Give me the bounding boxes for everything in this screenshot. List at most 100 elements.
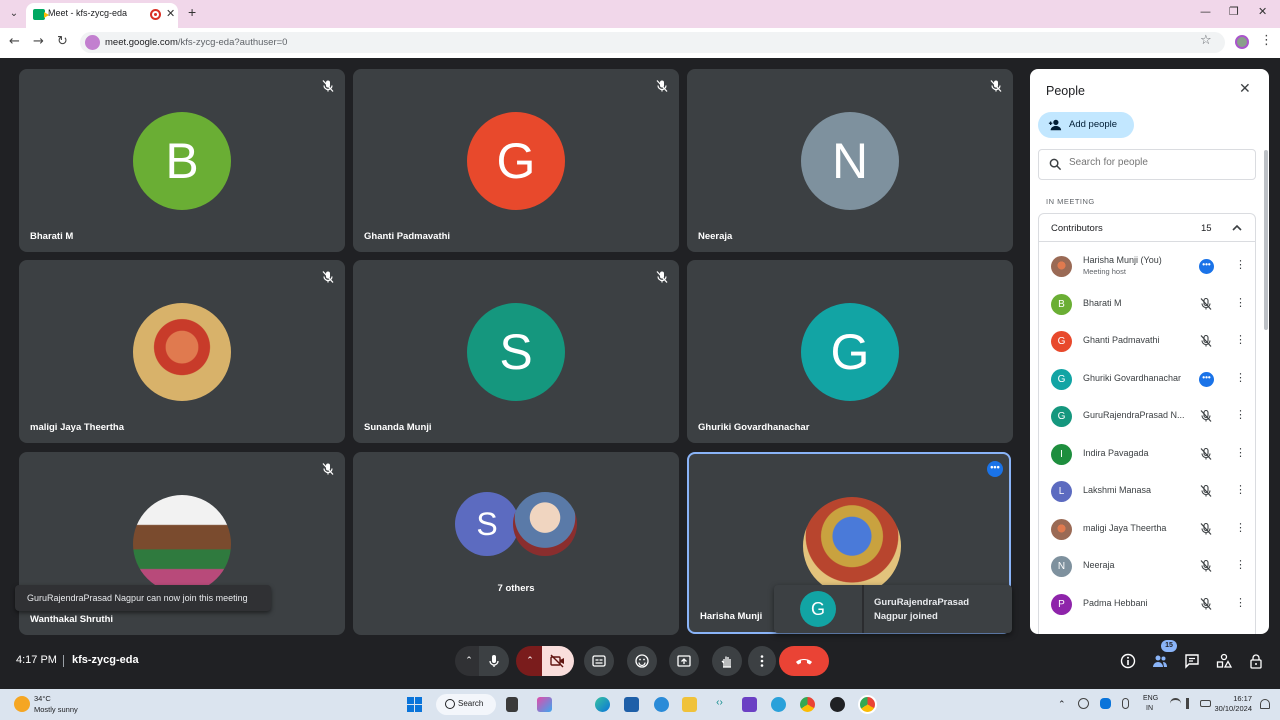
chat-icon[interactable]	[1184, 653, 1200, 669]
participant-options-icon[interactable]: ⋮	[1235, 558, 1246, 571]
meeting-info-icon[interactable]	[1120, 653, 1136, 669]
microphone-button[interactable]	[479, 646, 509, 676]
participant-options-icon[interactable]: ⋮	[1235, 521, 1246, 534]
mic-off-icon[interactable]	[1199, 484, 1213, 498]
participant-options-icon[interactable]: ⋮	[1235, 483, 1246, 496]
close-panel-icon[interactable]: ✕	[1239, 81, 1251, 97]
participant-list-item[interactable]: I Indira Pavagada ⋮	[1039, 436, 1255, 473]
start-icon[interactable]	[407, 697, 422, 712]
taskbar-clock[interactable]: 16:17 30/10/2024	[1202, 694, 1252, 714]
bluetooth-icon[interactable]	[1100, 698, 1111, 709]
participant-tile[interactable]: maligi Jaya Theertha	[19, 260, 345, 443]
participant-list-item[interactable]: Harisha Munji (You) Meeting host ••• ⋮	[1039, 248, 1255, 285]
mic-off-icon[interactable]	[1199, 334, 1213, 348]
mic-off-icon[interactable]	[1199, 522, 1213, 536]
mic-tray-icon[interactable]	[1122, 698, 1129, 709]
tray-app-icon[interactable]	[1078, 698, 1089, 709]
camera-off-icon	[550, 654, 564, 668]
search-input[interactable]	[1069, 157, 1239, 168]
participant-options-icon[interactable]: ⋮	[1235, 258, 1246, 271]
captions-button[interactable]	[584, 646, 614, 676]
volume-icon[interactable]	[1186, 698, 1197, 709]
contributors-header[interactable]: Contributors 15	[1039, 214, 1255, 242]
profile-avatar[interactable]	[1235, 35, 1249, 49]
browser-tab[interactable]: Meet - kfs-zycg-eda ✕	[26, 3, 178, 28]
participant-list-item[interactable]: G Ghanti Padmavathi ⋮	[1039, 323, 1255, 360]
microphone-icon	[489, 655, 499, 667]
onenote-icon[interactable]	[742, 697, 757, 712]
participant-tile[interactable]: G Ghanti Padmavathi	[353, 69, 679, 252]
tab-close-icon[interactable]: ✕	[166, 7, 175, 20]
participant-tile[interactable]: S 7 others	[353, 452, 679, 635]
window-close-icon[interactable]: ✕	[1258, 5, 1267, 18]
forward-icon[interactable]: →	[33, 34, 44, 49]
camera-button[interactable]	[542, 646, 574, 676]
panel-scrollbar[interactable]	[1264, 150, 1268, 330]
tab-search-icon[interactable]: ⌄	[6, 6, 22, 22]
host-controls-icon[interactable]	[1248, 653, 1264, 669]
video-options-button[interactable]: ⌃	[516, 646, 544, 676]
reactions-button[interactable]	[627, 646, 657, 676]
file-explorer-icon[interactable]	[682, 697, 697, 712]
copilot-icon[interactable]	[537, 697, 552, 712]
participant-list-item[interactable]: N Neeraja ⋮	[1039, 548, 1255, 585]
site-info-icon[interactable]	[85, 35, 100, 50]
people-icon[interactable]	[1152, 653, 1168, 669]
participant-tile[interactable]: B Bharati M	[19, 69, 345, 252]
chrome-icon[interactable]	[800, 697, 815, 712]
participant-list-item[interactable]: P Padma Hebbani ⋮	[1039, 586, 1255, 623]
participant-list-item[interactable]: L Lakshmi Manasa ⋮	[1039, 473, 1255, 510]
weather-sun-icon[interactable]	[14, 696, 30, 712]
more-options-button[interactable]	[748, 646, 776, 676]
tray-overflow-icon[interactable]: ⌃	[1058, 699, 1066, 710]
notifications-icon[interactable]	[1260, 699, 1270, 709]
raise-hand-button[interactable]	[712, 646, 742, 676]
mic-off-icon[interactable]	[1199, 297, 1213, 311]
minimize-icon[interactable]: —	[1200, 5, 1211, 18]
mic-off-icon[interactable]	[1199, 409, 1213, 423]
lang-primary[interactable]: ENG	[1143, 695, 1158, 702]
lang-secondary[interactable]: IN	[1146, 705, 1153, 712]
telegram-icon[interactable]	[771, 697, 786, 712]
taskbar-search[interactable]: Search	[436, 694, 496, 715]
restore-icon[interactable]: ❐	[1229, 5, 1239, 18]
app-icon[interactable]	[654, 697, 669, 712]
task-view-icon[interactable]	[506, 697, 518, 712]
back-icon[interactable]: ←	[9, 34, 20, 49]
participant-tile[interactable]: S Sunanda Munji	[353, 260, 679, 443]
participant-options-icon[interactable]: ⋮	[1235, 596, 1246, 609]
obs-icon[interactable]	[830, 697, 845, 712]
leave-call-button[interactable]	[779, 646, 829, 676]
participant-list-item[interactable]: B Bharati M ⋮	[1039, 286, 1255, 323]
participant-options-icon[interactable]: ⋮	[1235, 408, 1246, 421]
vscode-icon[interactable]: ‹›	[712, 697, 727, 712]
participant-options-icon[interactable]: ⋮	[1235, 296, 1246, 309]
activities-icon[interactable]	[1216, 653, 1232, 669]
browser-menu-icon[interactable]: ⋮	[1260, 33, 1273, 48]
participant-options-icon[interactable]: ⋮	[1235, 371, 1246, 384]
participant-list-item[interactable]: G Ghuriki Govardhanachar ••• ⋮	[1039, 361, 1255, 398]
participant-list-item[interactable]: G GuruRajendraPrasad N... ⋮	[1039, 398, 1255, 435]
participant-options-icon[interactable]: ⋮	[1235, 333, 1246, 346]
participant-tile[interactable]: N Neeraja	[687, 69, 1013, 252]
present-button[interactable]	[669, 646, 699, 676]
meet-favicon-icon	[33, 9, 49, 20]
participant-options-icon[interactable]: ⋮	[1235, 446, 1246, 459]
url-field[interactable]: meet.google.com/kfs-zycg-eda?authuser=0	[80, 32, 1225, 53]
participant-avatar: S	[467, 303, 565, 401]
add-people-button[interactable]: Add people	[1038, 112, 1134, 138]
participant-avatar: N	[801, 112, 899, 210]
new-tab-icon[interactable]: +	[188, 4, 196, 20]
store-icon[interactable]	[624, 697, 639, 712]
edge-icon[interactable]	[595, 697, 610, 712]
mic-off-icon[interactable]	[1199, 559, 1213, 573]
wifi-icon[interactable]	[1170, 698, 1181, 709]
bookmark-star-icon[interactable]: ☆	[1200, 33, 1212, 48]
reload-icon[interactable]: ↻	[57, 34, 68, 49]
chevron-up-icon[interactable]	[1231, 222, 1243, 234]
participant-tile[interactable]: G Ghuriki Govardhanachar	[687, 260, 1013, 443]
chrome-active-icon[interactable]	[860, 697, 875, 712]
participant-list-item[interactable]: maligi Jaya Theertha ⋮	[1039, 511, 1255, 548]
mic-off-icon[interactable]	[1199, 597, 1213, 611]
mic-off-icon[interactable]	[1199, 447, 1213, 461]
